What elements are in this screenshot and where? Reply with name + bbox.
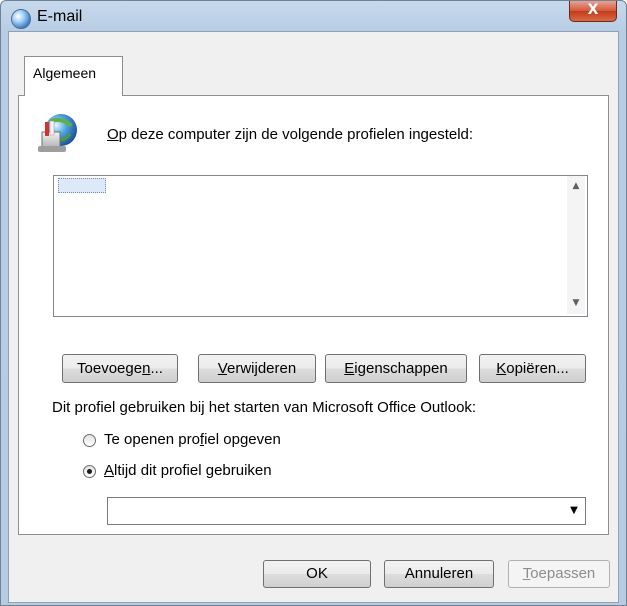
properties-button[interactable]: Eigenschappen [325,354,467,383]
ok-button[interactable]: OK [263,560,371,588]
radio-prompt-profile[interactable] [83,434,96,447]
profile-list[interactable]: ▲ ▼ [53,175,588,317]
scroll-up-arrow-icon[interactable]: ▲ [567,178,585,195]
remove-profile-button[interactable]: Verwijderen [198,354,316,383]
apply-button[interactable]: Toepassen [508,560,610,588]
radio-always-use-profile[interactable] [83,465,96,478]
mail-profile-icon [38,114,77,152]
copy-profile-button[interactable]: Kopiëren... [479,354,586,383]
tab-algemeen[interactable]: Algemeen [24,56,123,96]
profile-list-item[interactable] [58,178,106,193]
profile-select[interactable]: ▼ [107,497,586,525]
profile-list-scrollbar[interactable]: ▲ ▼ [567,176,585,314]
scroll-down-arrow-icon[interactable]: ▼ [567,295,585,312]
title-bar[interactable]: E-mail X [1,1,626,33]
cancel-button[interactable]: Annuleren [384,560,494,588]
radio-always-use-profile-label[interactable]: Altijd dit profiel gebruiken [104,462,272,479]
profiles-heading: Op deze computer zijn de volgende profie… [107,126,474,143]
profile-select-value [112,503,212,517]
add-profile-button[interactable]: Toevoegen... [62,354,178,383]
window-title: E-mail [37,8,83,25]
startup-profile-label: Dit profiel gebruiken bij het starten va… [52,399,477,416]
globe-envelope-icon [11,9,31,29]
chevron-down-icon[interactable]: ▼ [564,499,584,523]
radio-prompt-profile-label[interactable]: Te openen profiel opgeven [104,431,281,448]
close-button[interactable]: X [569,1,617,22]
